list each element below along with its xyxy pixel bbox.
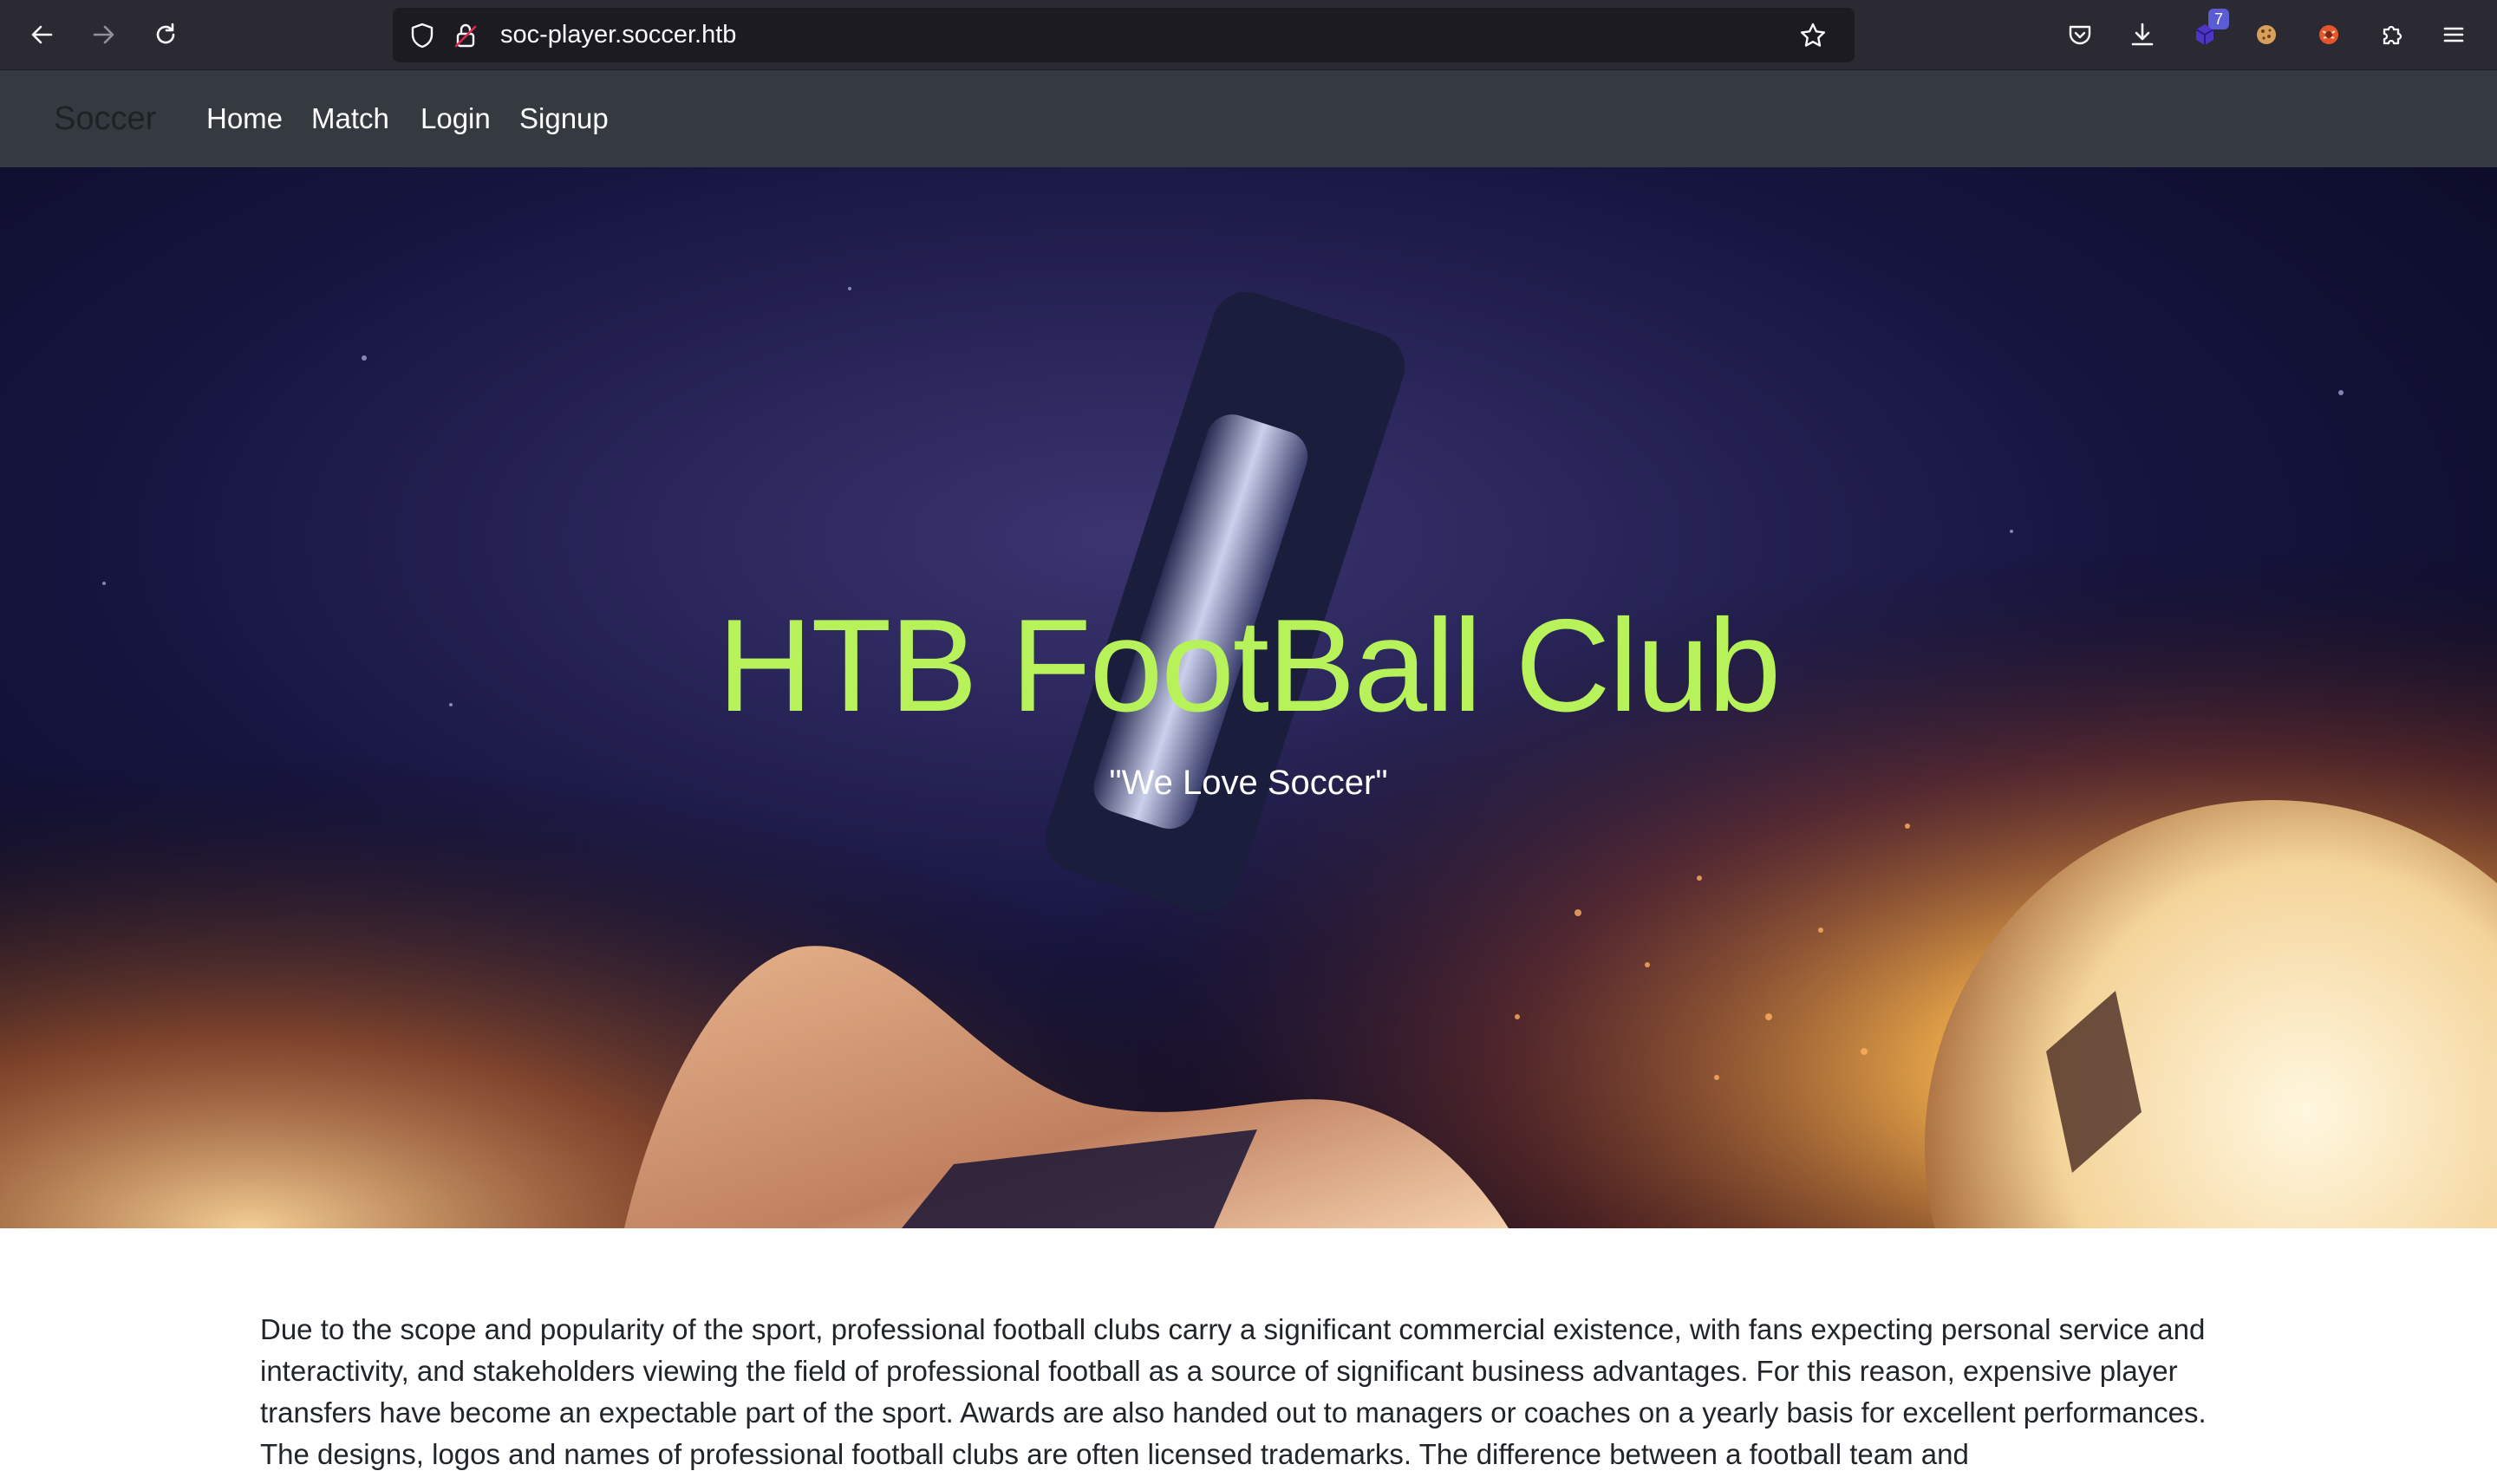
app-menu-button[interactable] — [2435, 16, 2473, 54]
downloads-button[interactable] — [2123, 16, 2161, 54]
hero-title: HTB FootBall Club — [717, 592, 1782, 739]
navbar-brand[interactable]: Soccer — [54, 70, 156, 167]
nav-link-signup[interactable]: Signup — [519, 70, 609, 167]
extensions-button[interactable] — [2372, 16, 2410, 54]
nav-link-home[interactable]: Home — [206, 70, 283, 167]
intro-paragraph: Due to the scope and popularity of the s… — [260, 1313, 2207, 1470]
back-arrow-icon — [31, 25, 53, 44]
extension-icon — [2319, 25, 2338, 44]
cookie-extension-button[interactable] — [2247, 16, 2285, 54]
download-icon — [2131, 23, 2154, 46]
url-bar[interactable]: soc-player.soccer.htb — [393, 8, 1855, 62]
nav-link-match[interactable]: Match — [311, 70, 389, 167]
extension-button-2[interactable] — [2310, 16, 2348, 54]
hero-subtitle: "We Love Soccer" — [1109, 764, 1388, 802]
cookie-icon — [2257, 25, 2276, 44]
forward-arrow-icon — [93, 25, 114, 44]
forward-button[interactable] — [85, 16, 123, 54]
hamburger-menu-icon — [2443, 27, 2464, 42]
nav-link-login[interactable]: Login — [421, 70, 491, 167]
lock-icon[interactable] — [452, 22, 479, 49]
browser-toolbar: soc-player.soccer.htb 7 — [0, 0, 2497, 70]
hero-section: HTB FootBall Club "We Love Soccer" — [0, 167, 2497, 1228]
reload-icon — [156, 23, 175, 44]
extension-badge: 7 — [2208, 9, 2229, 29]
back-button[interactable] — [23, 16, 61, 54]
reload-button[interactable] — [147, 16, 185, 54]
extension-button-1[interactable]: 7 — [2186, 9, 2229, 54]
pocket-button[interactable] — [2061, 16, 2099, 54]
url-text[interactable]: soc-player.soccer.htb — [500, 8, 736, 62]
pocket-icon — [2069, 25, 2091, 45]
star-icon[interactable] — [1799, 22, 1827, 49]
site-navbar: Soccer Home Match Login Signup — [0, 70, 2497, 167]
puzzle-icon — [2383, 25, 2402, 45]
shield-icon[interactable] — [408, 22, 436, 49]
